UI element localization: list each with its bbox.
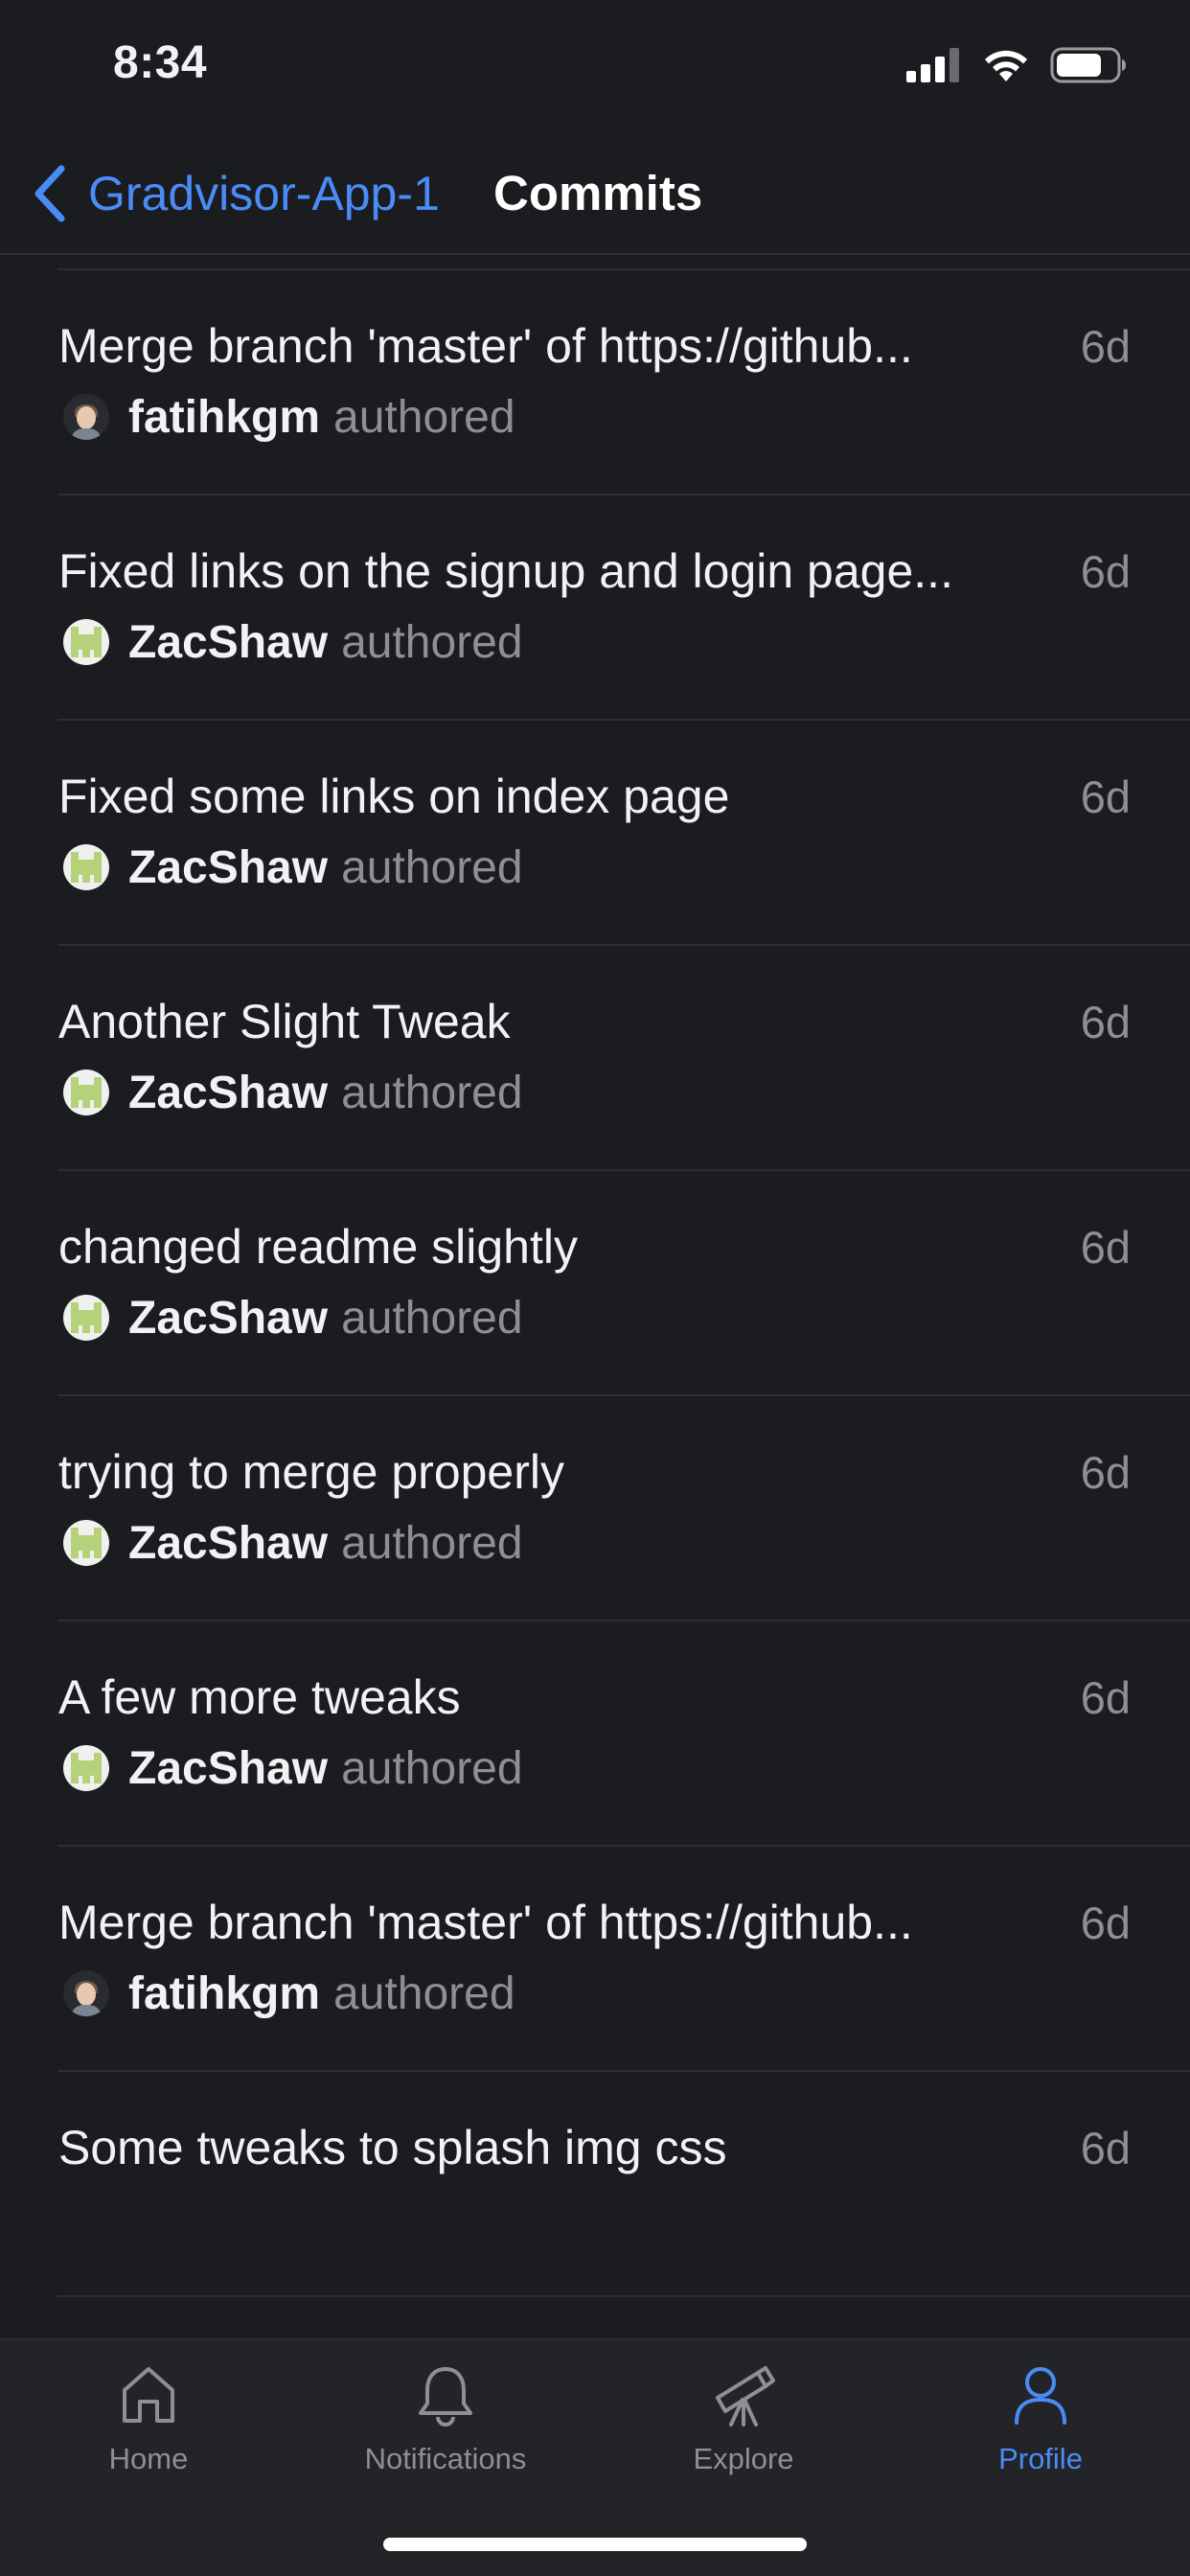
commit-age: 6d xyxy=(1080,1447,1131,1498)
status-icons xyxy=(906,46,1127,84)
author-action: authored xyxy=(341,1517,523,1569)
avatar xyxy=(63,394,109,440)
commit-author-line: ZacShaw authored xyxy=(63,612,523,672)
commit-row[interactable]: A few more tweaks 6d ZacShaw authored xyxy=(0,1622,1190,1847)
commit-row[interactable]: Merge branch 'master' of https://github.… xyxy=(0,270,1190,495)
battery-icon xyxy=(1050,47,1126,83)
author-name[interactable]: fatihkgm xyxy=(128,391,320,444)
avatar xyxy=(63,619,109,665)
author-action: authored xyxy=(333,1967,515,2019)
commit-row[interactable]: trying to merge properly 6d ZacShaw authore… xyxy=(0,1396,1190,1622)
avatar xyxy=(63,1295,109,1341)
home-icon xyxy=(123,2367,174,2423)
author-action: authored xyxy=(341,841,523,893)
tab-home[interactable]: Home xyxy=(29,2361,268,2505)
commit-message: Fixed links on the signup and login page… xyxy=(58,544,953,598)
author-name[interactable]: fatihkgm xyxy=(128,1967,320,2020)
commit-message: A few more tweaks xyxy=(58,1670,461,1724)
commit-author-line: ZacShaw authored xyxy=(63,1288,523,1347)
commit-age: 6d xyxy=(1080,546,1131,597)
avatar xyxy=(63,844,109,890)
commit-message: Some tweaks to splash img css xyxy=(58,2121,727,2174)
tab-notifications-label: Notifications xyxy=(364,2442,527,2475)
tab-explore[interactable]: Explore xyxy=(624,2361,863,2505)
person-icon xyxy=(1015,2367,1066,2425)
commit-message: trying to merge properly xyxy=(58,1445,565,1499)
telescope-icon xyxy=(716,2366,775,2426)
bell-icon xyxy=(419,2367,472,2426)
commit-age: 6d xyxy=(1080,1672,1131,1723)
avatar xyxy=(63,1745,109,1791)
chevron-left-icon xyxy=(34,165,65,222)
commit-author-line: ZacShaw authored xyxy=(63,838,523,897)
commit-list-content: Update setting urls views6dfatihkgmautho… xyxy=(0,259,1190,2297)
avatar xyxy=(63,1070,109,1116)
commit-row[interactable]: Fixed some links on index page 6d ZacShaw a… xyxy=(0,721,1190,946)
author-action: authored xyxy=(341,1742,523,1794)
commit-message: Fixed some links on index page xyxy=(58,770,730,823)
cellular-signal-icon xyxy=(906,48,959,82)
tab-explore-label: Explore xyxy=(693,2442,794,2475)
tab-notifications[interactable]: Notifications xyxy=(326,2361,565,2505)
commit-age: 6d xyxy=(1080,321,1131,372)
home-indicator xyxy=(383,2538,807,2551)
commit-age: 6d xyxy=(1080,1898,1131,1948)
commit-message: Merge branch 'master' of https://github.… xyxy=(58,319,913,373)
commit-author-line: ZacShaw authored xyxy=(63,1063,523,1122)
commit-row[interactable]: Some tweaks to splash img css 6d xyxy=(0,2072,1190,2297)
status-bar: 8:34 xyxy=(0,0,1190,134)
author-action: authored xyxy=(341,1292,523,1344)
wifi-icon xyxy=(985,50,1027,81)
author-action: authored xyxy=(333,391,515,443)
commit-message: changed readme slightly xyxy=(58,1220,578,1274)
page-title: Commits xyxy=(493,166,703,220)
commit-age: 6d xyxy=(1080,2123,1131,2174)
commit-row[interactable]: Merge branch 'master' of https://github.… xyxy=(0,1847,1190,2072)
commit-message: Another Slight Tweak xyxy=(58,995,511,1048)
commit-author-line: ZacShaw authored xyxy=(63,1738,523,1798)
tab-home-label: Home xyxy=(108,2442,189,2475)
tab-profile-label: Profile xyxy=(998,2442,1083,2475)
author-action: authored xyxy=(341,1067,523,1118)
author-name[interactable]: ZacShaw xyxy=(128,616,328,669)
screen: 8:34 Gradvisor-App-1 Commits Merge branc… xyxy=(0,0,1190,2576)
author-name[interactable]: ZacShaw xyxy=(128,1742,328,1795)
author-name[interactable]: ZacShaw xyxy=(128,1067,328,1119)
commit-row[interactable]: Update setting urls views6dfatihkgmautho… xyxy=(0,259,1190,270)
commit-age: 6d xyxy=(1080,997,1131,1047)
commit-row[interactable]: Another Slight Tweak 6d ZacShaw authored xyxy=(0,946,1190,1171)
commit-author-line: fatihkgm authored xyxy=(63,1964,515,2023)
commit-message: Merge branch 'master' of https://github.… xyxy=(58,1896,913,1949)
commit-age: 6d xyxy=(1080,1222,1131,1273)
commit-author-line: ZacShaw authored xyxy=(63,1513,523,1573)
commit-row[interactable]: Fixed links on the signup and login page… xyxy=(0,495,1190,721)
commit-list[interactable]: Update setting urls views6dfatihkgmautho… xyxy=(0,259,1190,2338)
commit-age: 6d xyxy=(1080,771,1131,822)
author-name[interactable]: ZacShaw xyxy=(128,1517,328,1570)
status-time: 8:34 xyxy=(113,37,208,88)
avatar xyxy=(63,1970,109,2016)
author-name[interactable]: ZacShaw xyxy=(128,1292,328,1345)
back-label: Gradvisor-App-1 xyxy=(88,167,440,220)
author-name[interactable]: ZacShaw xyxy=(128,841,328,894)
author-action: authored xyxy=(341,616,523,668)
avatar xyxy=(63,1520,109,1566)
navigation-bar: Gradvisor-App-1 Commits xyxy=(0,134,1190,255)
tab-profile[interactable]: Profile xyxy=(921,2361,1160,2505)
commit-author-line: fatihkgm authored xyxy=(63,387,515,447)
back-button[interactable]: Gradvisor-App-1 xyxy=(31,159,440,228)
commit-row[interactable]: changed readme slightly 6d ZacShaw authored xyxy=(0,1171,1190,1396)
